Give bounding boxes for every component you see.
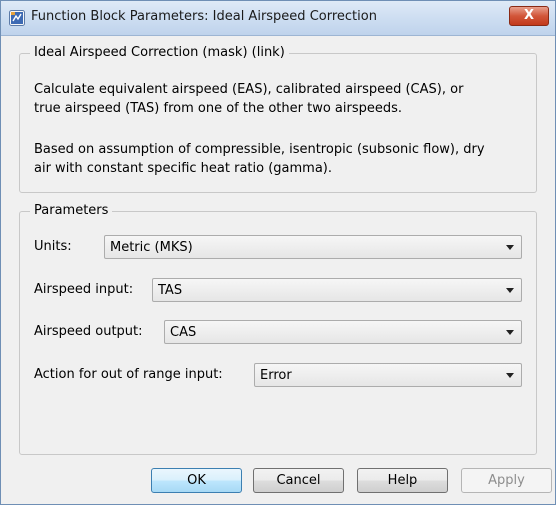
airspeed-input-row: Airspeed input: TAS bbox=[34, 278, 522, 302]
airspeed-output-value: CAS bbox=[170, 325, 197, 340]
description-paragraph-2: Based on assumption of compressible, ise… bbox=[34, 140, 522, 178]
units-value: Metric (MKS) bbox=[110, 240, 193, 255]
title-bar[interactable]: Function Block Parameters: Ideal Airspee… bbox=[1, 1, 555, 36]
chevron-down-icon bbox=[506, 288, 514, 293]
chevron-down-icon bbox=[506, 373, 514, 378]
action-row: Action for out of range input: Error bbox=[34, 363, 522, 387]
units-row: Units: Metric (MKS) bbox=[34, 235, 522, 259]
close-button[interactable]: X bbox=[509, 6, 549, 26]
ok-button[interactable]: OK bbox=[151, 468, 242, 493]
airspeed-output-label: Airspeed output: bbox=[34, 324, 143, 339]
parameters-group-title: Parameters bbox=[30, 203, 113, 218]
description-paragraph-1: Calculate equivalent airspeed (EAS), cal… bbox=[34, 80, 522, 118]
airspeed-output-select[interactable]: CAS bbox=[164, 320, 522, 344]
parameters-group: Parameters Units: Metric (MKS) Airspeed … bbox=[19, 203, 537, 455]
action-label: Action for out of range input: bbox=[34, 367, 223, 382]
description-group: Ideal Airspeed Correction (mask) (link) … bbox=[19, 45, 537, 193]
apply-button[interactable]: Apply bbox=[461, 468, 552, 493]
window-title: Function Block Parameters: Ideal Airspee… bbox=[31, 9, 377, 24]
help-button[interactable]: Help bbox=[357, 468, 448, 493]
units-select[interactable]: Metric (MKS) bbox=[104, 235, 522, 259]
description-group-title: Ideal Airspeed Correction (mask) (link) bbox=[30, 45, 289, 60]
description-line: Based on assumption of compressible, ise… bbox=[34, 142, 485, 157]
simulink-block-icon bbox=[9, 10, 25, 26]
close-icon: X bbox=[523, 8, 535, 23]
action-select[interactable]: Error bbox=[254, 363, 522, 387]
action-value: Error bbox=[260, 368, 292, 383]
airspeed-input-select[interactable]: TAS bbox=[152, 278, 522, 302]
chevron-down-icon bbox=[506, 330, 514, 335]
airspeed-output-row: Airspeed output: CAS bbox=[34, 320, 522, 344]
cancel-button[interactable]: Cancel bbox=[253, 468, 344, 493]
chevron-down-icon bbox=[506, 245, 514, 250]
dialog-window: Function Block Parameters: Ideal Airspee… bbox=[0, 0, 556, 505]
description-line: air with constant specific heat ratio (g… bbox=[34, 161, 332, 176]
airspeed-input-label: Airspeed input: bbox=[34, 282, 134, 297]
description-line: true airspeed (TAS) from one of the othe… bbox=[34, 101, 403, 116]
units-label: Units: bbox=[34, 239, 72, 254]
description-line: Calculate equivalent airspeed (EAS), cal… bbox=[34, 82, 464, 97]
airspeed-input-value: TAS bbox=[158, 283, 183, 298]
